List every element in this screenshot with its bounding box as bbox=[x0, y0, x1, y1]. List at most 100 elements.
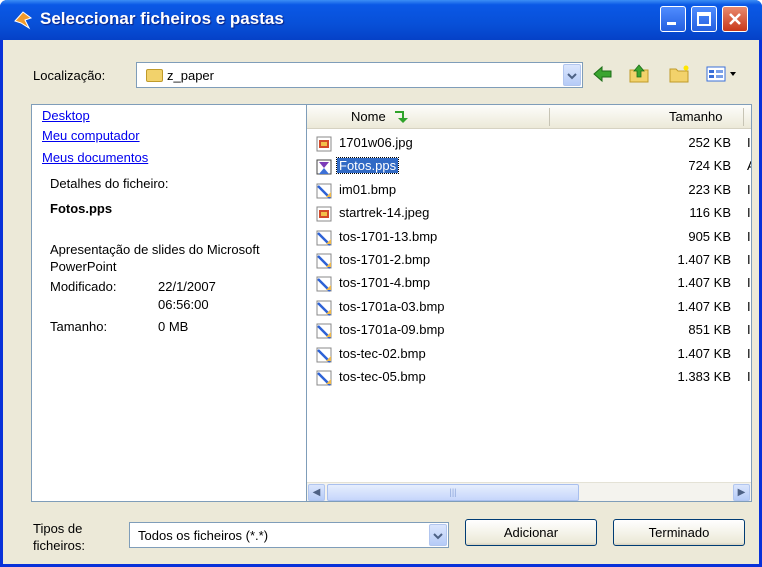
file-row[interactable]: tos-1701a-03.bmp 1.407 KB I bbox=[315, 298, 751, 318]
title-bar[interactable]: Seleccionar ficheiros e pastas bbox=[0, 0, 762, 40]
file-row[interactable]: tos-1701-2.bmp 1.407 KB I bbox=[315, 251, 751, 271]
file-size: 116 KB bbox=[689, 205, 731, 221]
maximize-icon bbox=[697, 12, 711, 26]
bmp-image-icon bbox=[315, 275, 333, 293]
pps-presentation-icon bbox=[315, 158, 333, 176]
scroll-right-icon[interactable]: ▶ bbox=[733, 484, 750, 501]
file-type-truncated: I bbox=[747, 135, 751, 150]
jpg-image-icon bbox=[315, 205, 333, 223]
file-size: 1.407 KB bbox=[677, 298, 732, 314]
file-type-truncated: A bbox=[747, 158, 751, 173]
up-folder-icon[interactable] bbox=[627, 62, 651, 86]
app-icon bbox=[14, 11, 33, 30]
close-icon bbox=[729, 13, 741, 25]
file-size: 223 KB bbox=[688, 181, 731, 197]
location-value: z_paper bbox=[167, 68, 214, 83]
bmp-image-icon bbox=[315, 369, 333, 387]
jpg-image-icon bbox=[315, 135, 333, 153]
file-row[interactable]: tos-1701-4.bmp 1.407 KB I bbox=[315, 274, 751, 294]
file-name: tos-1701a-03.bmp bbox=[339, 298, 445, 314]
minimize-icon bbox=[667, 22, 676, 25]
details-size-label: Tamanho: bbox=[50, 319, 108, 334]
file-row[interactable]: tos-1701-13.bmp 905 KB I bbox=[315, 228, 751, 248]
file-row[interactable]: Fotos.pps 724 KB A bbox=[315, 157, 751, 177]
file-size: 1.383 KB bbox=[677, 369, 732, 384]
sort-arrow-icon bbox=[395, 111, 408, 123]
file-name: tos-1701-4.bmp bbox=[339, 275, 431, 291]
file-type-truncated: I bbox=[747, 228, 751, 244]
file-type-truncated: I bbox=[747, 345, 751, 361]
bmp-image-icon bbox=[315, 346, 333, 364]
maximize-button[interactable] bbox=[691, 6, 717, 32]
file-row[interactable]: tos-1701a-09.bmp 851 KB I bbox=[315, 321, 751, 341]
column-header-size[interactable]: Tamanho bbox=[669, 109, 722, 124]
file-name: tos-1701-2.bmp bbox=[339, 252, 431, 267]
file-type-truncated: I bbox=[747, 181, 751, 197]
column-header-name[interactable]: Nome bbox=[351, 109, 386, 124]
file-row[interactable]: tos-tec-02.bmp 1.407 KB I bbox=[315, 345, 751, 365]
new-folder-icon[interactable] bbox=[667, 62, 691, 86]
done-button-label: Terminado bbox=[648, 525, 710, 540]
file-name: tos-tec-02.bmp bbox=[339, 345, 426, 361]
bmp-image-icon bbox=[315, 229, 333, 247]
details-modified-date: 22/1/2007 bbox=[158, 279, 216, 294]
file-type-truncated: I bbox=[747, 369, 751, 384]
file-name: im01.bmp bbox=[339, 181, 397, 197]
file-size: 252 KB bbox=[688, 135, 731, 150]
file-list[interactable]: Nome Tamanho 1701w06.jpg 252 KB I Fotos.pps… bbox=[306, 104, 752, 502]
place-link-my-computer[interactable]: Meu computador bbox=[42, 128, 140, 143]
filter-label-line1: Tipos de bbox=[33, 521, 83, 536]
place-link-my-documents[interactable]: Meus documentos bbox=[42, 150, 148, 165]
file-type-truncated: I bbox=[747, 322, 751, 338]
file-type-truncated: I bbox=[747, 205, 751, 221]
view-menu-icon[interactable] bbox=[705, 62, 739, 86]
details-modified-time: 06:56:00 bbox=[158, 297, 209, 312]
file-row[interactable]: im01.bmp 223 KB I bbox=[315, 181, 751, 201]
window-title: Seleccionar ficheiros e pastas bbox=[40, 9, 284, 28]
place-link-desktop[interactable]: Desktop bbox=[42, 108, 90, 123]
column-separator[interactable] bbox=[549, 108, 550, 126]
file-name: startrek-14.jpeg bbox=[339, 205, 430, 221]
file-name: Fotos.pps bbox=[335, 157, 400, 175]
column-separator[interactable] bbox=[743, 108, 744, 126]
add-button-label: Adicionar bbox=[503, 525, 559, 540]
folder-icon bbox=[146, 69, 163, 82]
file-type-truncated: I bbox=[747, 252, 751, 267]
file-row[interactable]: tos-tec-05.bmp 1.383 KB I bbox=[315, 368, 751, 388]
file-name: tos-1701-13.bmp bbox=[339, 228, 438, 244]
details-file-name: Fotos.pps bbox=[50, 201, 113, 216]
file-name: tos-tec-05.bmp bbox=[339, 369, 426, 384]
file-type-select[interactable]: Todos os ficheiros (*.*) bbox=[129, 522, 449, 548]
file-type-truncated: I bbox=[747, 275, 751, 291]
file-type-truncated: I bbox=[747, 298, 751, 314]
bmp-image-icon bbox=[315, 182, 333, 200]
file-name: 1701w06.jpg bbox=[339, 135, 413, 150]
location-label: Localização: bbox=[33, 68, 106, 83]
close-button[interactable] bbox=[722, 6, 748, 32]
horizontal-scrollbar[interactable]: ◀ ||| ▶ bbox=[307, 482, 751, 501]
bmp-image-icon bbox=[315, 322, 333, 340]
scroll-left-icon[interactable]: ◀ bbox=[308, 484, 325, 501]
details-size-value: 0 MB bbox=[158, 319, 189, 334]
file-row[interactable]: startrek-14.jpeg 116 KB I bbox=[315, 204, 751, 224]
scroll-thumb[interactable]: ||| bbox=[327, 484, 579, 501]
done-button[interactable]: Terminado bbox=[613, 519, 745, 546]
chevron-down-icon[interactable] bbox=[563, 64, 581, 86]
file-chooser-dialog: Seleccionar ficheiros e pastas Localizaç… bbox=[0, 0, 762, 567]
add-button[interactable]: Adicionar bbox=[465, 519, 597, 546]
location-combo[interactable]: z_paper bbox=[136, 62, 583, 88]
file-row[interactable]: 1701w06.jpg 252 KB I bbox=[315, 134, 751, 154]
details-type-line2: PowerPoint bbox=[50, 259, 117, 274]
details-heading: Detalhes do ficheiro: bbox=[50, 176, 169, 191]
back-arrow-icon[interactable] bbox=[591, 62, 615, 86]
file-name: tos-1701a-09.bmp bbox=[339, 322, 445, 338]
minimize-button[interactable] bbox=[660, 6, 686, 32]
file-size: 1.407 KB bbox=[677, 275, 732, 291]
bmp-image-icon bbox=[315, 299, 333, 317]
file-size: 905 KB bbox=[688, 228, 731, 244]
places-panel: Desktop Meu computador Meus documentos D… bbox=[31, 104, 307, 502]
details-modified-label: Modificado: bbox=[50, 279, 117, 294]
chevron-down-icon[interactable] bbox=[429, 524, 447, 546]
file-list-header: Nome Tamanho bbox=[307, 105, 751, 129]
details-type-line1: Apresentação de slides do Microsoft bbox=[50, 242, 260, 257]
